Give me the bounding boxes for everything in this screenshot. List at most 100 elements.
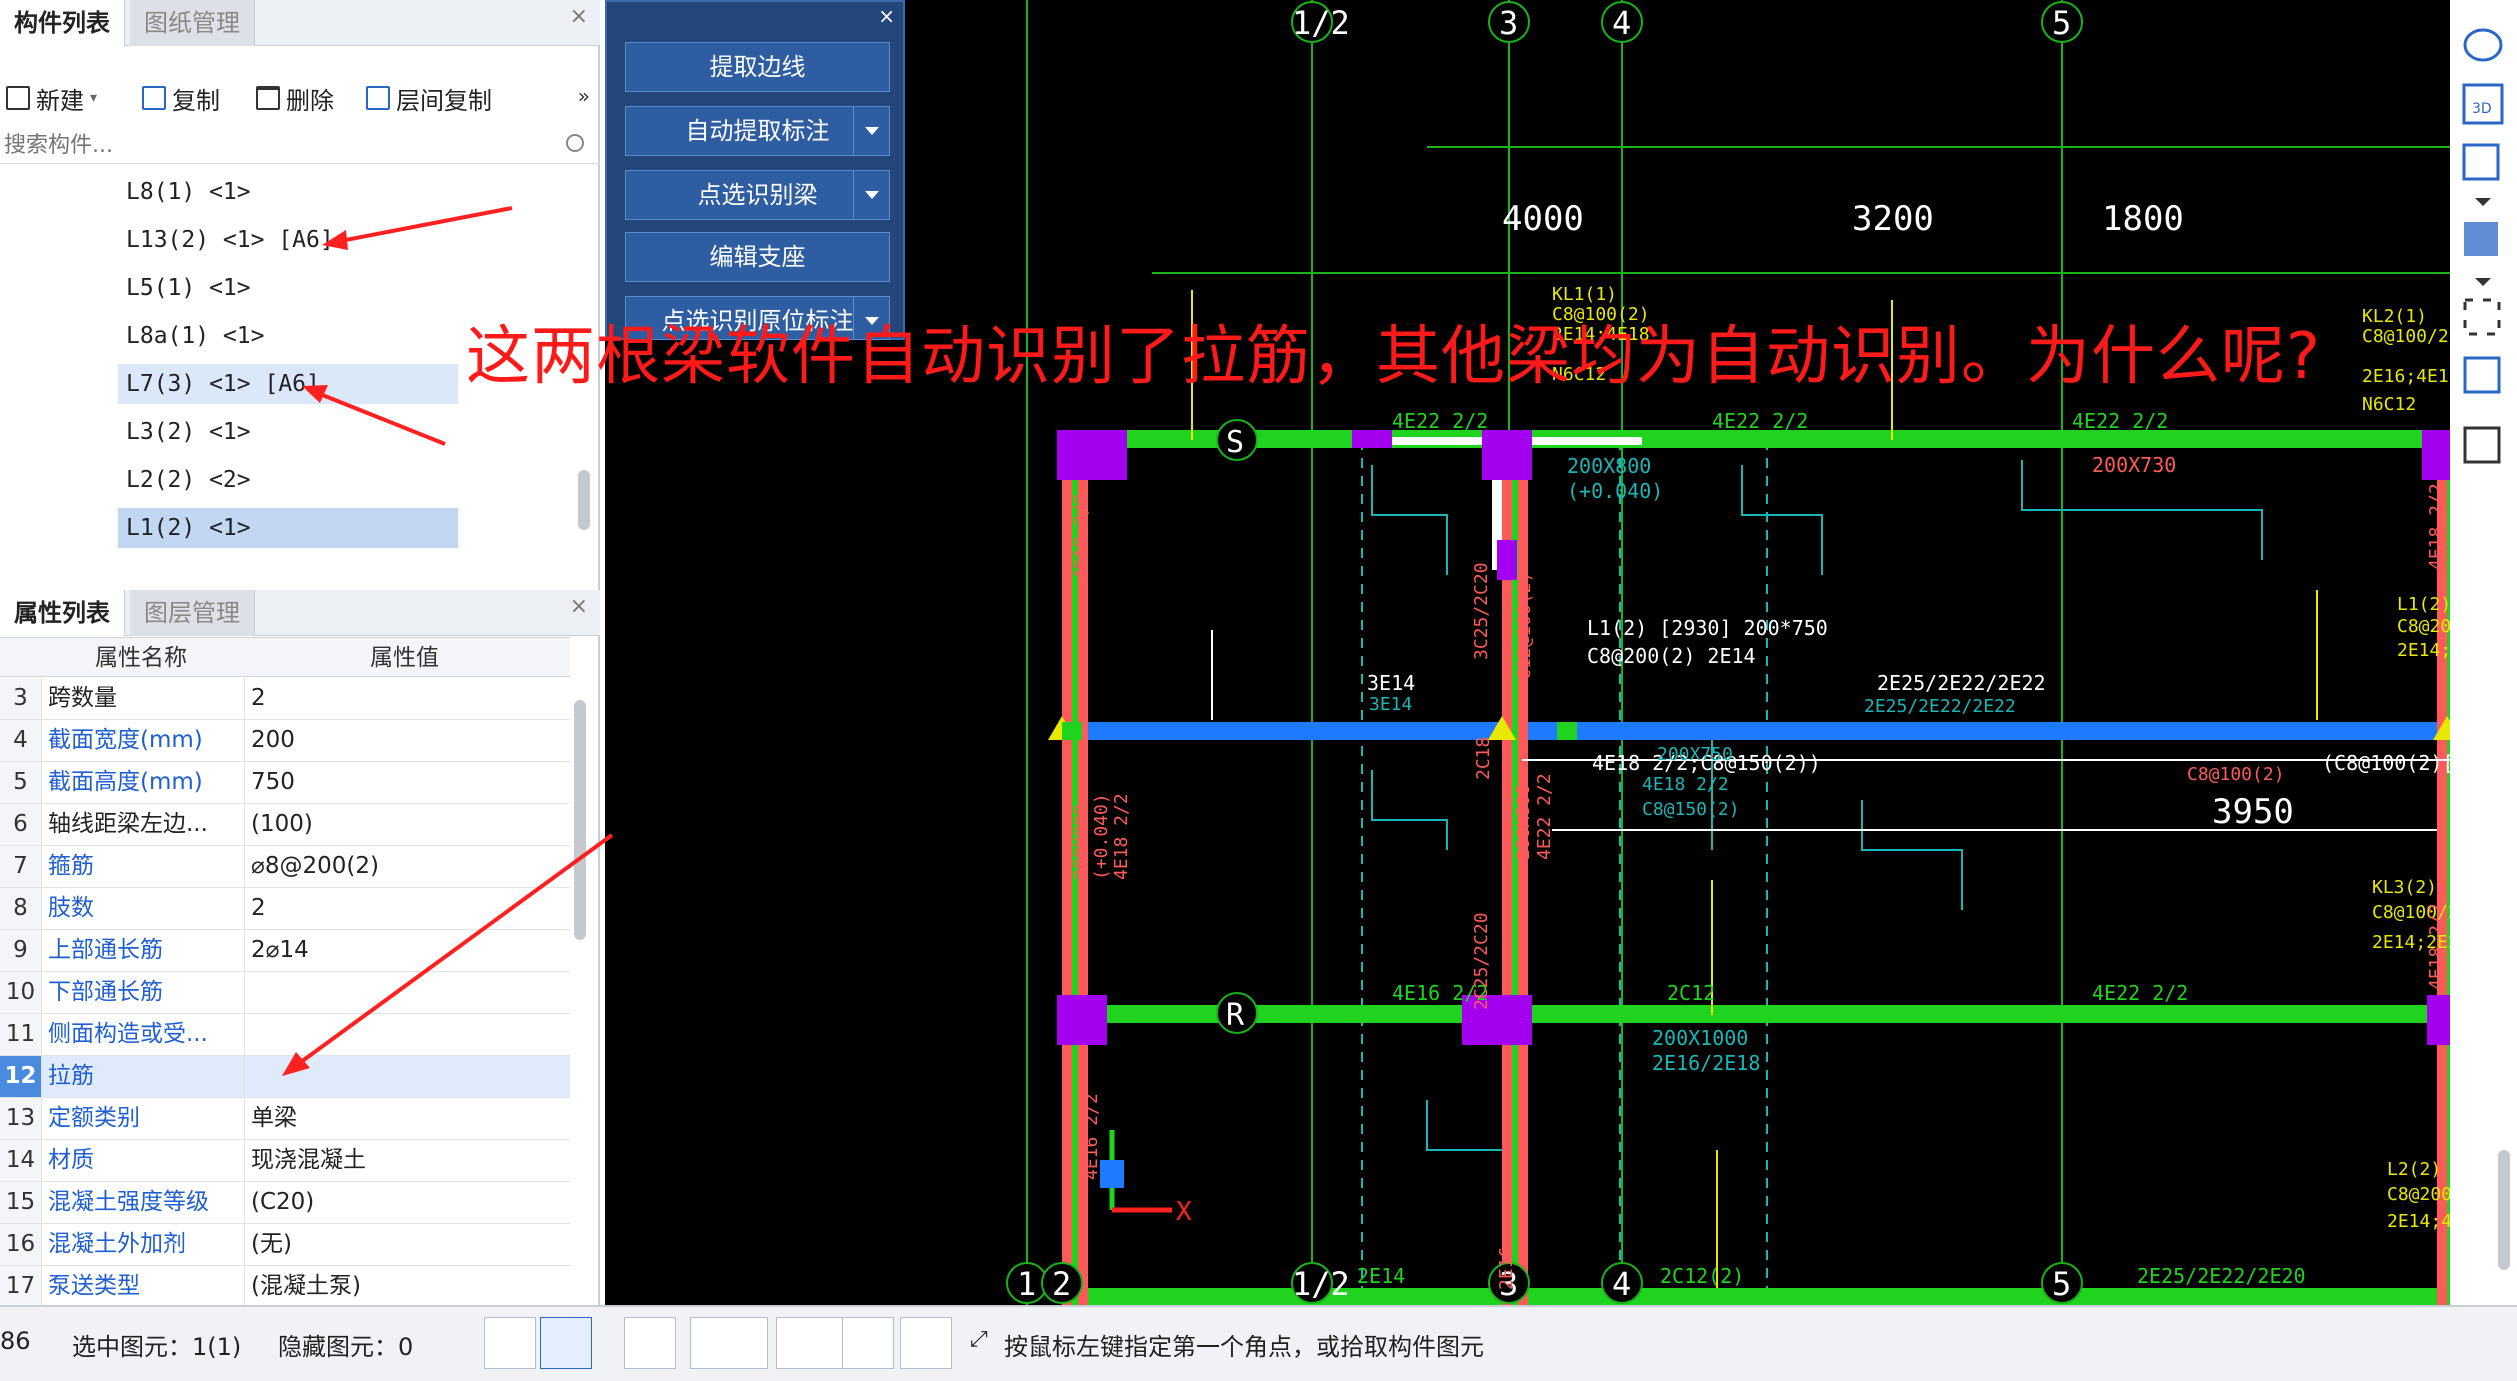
- drawing-label-left_3e14b: 3E14: [1369, 694, 1412, 715]
- new-button[interactable]: 新建 ▾: [6, 82, 98, 115]
- extract-edge-label: 提取边线: [709, 53, 806, 81]
- tree-item-l8[interactable]: L8(1) <1>: [118, 172, 458, 212]
- property-row[interactable]: 15 混凝土强度等级 (C20): [0, 1182, 570, 1224]
- dropdown-icon[interactable]: [853, 107, 889, 155]
- property-row[interactable]: 17 泵送类型 (混凝土泵): [0, 1266, 570, 1308]
- copy-button[interactable]: 复制: [142, 82, 220, 115]
- tab-property-list[interactable]: 属性列表: [0, 590, 125, 636]
- chevron-down-icon: ▾: [90, 90, 98, 106]
- drawing-label-l2: L2(2): [2387, 1159, 2441, 1180]
- tree-item-l1[interactable]: L1(2) <1>: [118, 508, 458, 548]
- property-value[interactable]: (混凝土泵): [244, 1266, 564, 1307]
- property-row[interactable]: 13 定额类别 单梁: [0, 1098, 570, 1140]
- property-row[interactable]: 7 箍筋 ⌀8@200(2): [0, 846, 570, 888]
- property-value[interactable]: 200: [244, 720, 564, 761]
- more-icon[interactable]: »: [578, 84, 590, 108]
- row-index: 15: [0, 1182, 42, 1223]
- property-table-header: 属性名称 属性值: [0, 637, 570, 677]
- drawing-label-mid_vert_3: 2C18: [1473, 737, 1494, 780]
- property-row[interactable]: 11 侧面构造或受...: [0, 1014, 570, 1056]
- property-row[interactable]: 16 混凝土外加剂 (无): [0, 1224, 570, 1266]
- property-value[interactable]: 750: [244, 762, 564, 803]
- svg-text:3D: 3D: [2472, 101, 2492, 117]
- floor-copy-icon: [366, 86, 390, 110]
- dynamic-input-button[interactable]: [842, 1317, 894, 1369]
- property-scrollbar[interactable]: [574, 700, 586, 940]
- search-icon[interactable]: [566, 134, 584, 152]
- canvas-scrollbar[interactable]: [2498, 1150, 2510, 1270]
- property-row[interactable]: 4 截面宽度(mm) 200: [0, 720, 570, 762]
- col-name-header: 属性名称: [95, 645, 187, 671]
- copy-icon: [142, 86, 166, 110]
- close-icon[interactable]: ×: [570, 594, 588, 619]
- ortho-button[interactable]: [484, 1317, 536, 1369]
- drawing-label-mid_2e25: 2E25/2E22/2E22: [1877, 671, 2046, 695]
- property-value[interactable]: 现浇混凝土: [244, 1140, 564, 1181]
- close-icon[interactable]: ×: [878, 4, 895, 28]
- polyline-button[interactable]: [900, 1317, 952, 1369]
- drawing-label-right_vert_4: 4E18 2/2: [2426, 903, 2447, 990]
- property-row[interactable]: 14 材质 现浇混凝土: [0, 1140, 570, 1182]
- select-frame-icon[interactable]: [2463, 298, 2501, 336]
- axis-label-bottom-1: 2: [1052, 1265, 1071, 1303]
- tab-layer-management[interactable]: 图层管理: [130, 590, 255, 636]
- search-input[interactable]: [0, 128, 560, 162]
- property-value[interactable]: ⌀8@200(2): [244, 846, 564, 887]
- property-row[interactable]: 3 跨数量 2: [0, 678, 570, 720]
- orbit-icon[interactable]: [2463, 28, 2503, 62]
- view-icon[interactable]: [2463, 356, 2501, 394]
- cube-icon[interactable]: [2462, 143, 2500, 181]
- chevron-down-icon[interactable]: [2475, 198, 2491, 206]
- property-row[interactable]: 12 拉筋: [0, 1056, 570, 1098]
- close-icon[interactable]: ×: [570, 4, 588, 29]
- tree-item-l5[interactable]: L5(1) <1>: [118, 268, 458, 308]
- property-value[interactable]: 2⌀14: [244, 930, 564, 971]
- drawing-label-bot_2e16: 2E16: [1496, 1247, 1517, 1290]
- drawing-label-sec_1000b: 2E16/2E18: [1652, 1051, 1760, 1075]
- property-value[interactable]: (无): [244, 1224, 564, 1265]
- property-value[interactable]: (100): [244, 804, 564, 845]
- cross-button[interactable]: [624, 1317, 676, 1369]
- property-value[interactable]: [244, 1056, 564, 1097]
- property-value[interactable]: 2: [244, 678, 564, 719]
- property-name: 截面高度(mm): [48, 769, 203, 795]
- drawing-label-top_beam_1: 4E22 2/2: [1392, 409, 1488, 433]
- drawing-label-kl2b: C8@100/200(2): [2362, 326, 2450, 347]
- list-icon[interactable]: [2463, 426, 2501, 464]
- extract-edge-button[interactable]: 提取边线: [625, 42, 890, 92]
- chevron-down-icon[interactable]: [2475, 278, 2491, 286]
- property-row[interactable]: 8 肢数 2: [0, 888, 570, 930]
- delete-button[interactable]: 删除: [256, 82, 334, 115]
- tree-item-l13[interactable]: L13(2) <1> [A6]: [118, 220, 458, 260]
- property-name: 定额类别: [48, 1105, 140, 1131]
- property-row[interactable]: 10 下部通长筋: [0, 972, 570, 1014]
- drawing-label-c12: C12@100(2): [1514, 572, 1535, 680]
- property-row[interactable]: 5 截面高度(mm) 750: [0, 762, 570, 804]
- property-row[interactable]: 9 上部通长筋 2⌀14: [0, 930, 570, 972]
- drawing-label-mid_vert_2: 2C25/2C20: [1471, 912, 1492, 1010]
- tree-item-l3[interactable]: L3(2) <1>: [118, 412, 458, 452]
- angle-button[interactable]: [690, 1317, 768, 1369]
- property-row[interactable]: 6 轴线距梁左边... (100): [0, 804, 570, 846]
- snap-button[interactable]: [540, 1317, 592, 1369]
- property-value[interactable]: [244, 1014, 564, 1055]
- property-value[interactable]: 单梁: [244, 1098, 564, 1139]
- tab-drawing-management[interactable]: 图纸管理: [130, 0, 255, 46]
- edit-support-button[interactable]: 编辑支座: [625, 232, 890, 282]
- property-name: 肢数: [48, 895, 94, 921]
- tab-component-list[interactable]: 构件列表: [0, 0, 125, 46]
- property-value[interactable]: [244, 972, 564, 1013]
- property-value[interactable]: (C20): [244, 1182, 564, 1223]
- pick-recognize-beam-button[interactable]: 点选识别梁: [625, 170, 890, 220]
- tree-item-l8a[interactable]: L8a(1) <1>: [118, 316, 458, 356]
- tree-scrollbar[interactable]: [578, 470, 590, 530]
- tree-item-l7[interactable]: L7(3) <1> [A6]: [118, 364, 458, 404]
- row-index: 12: [0, 1056, 42, 1097]
- floor-copy-button[interactable]: 层间复制: [366, 82, 492, 115]
- dropdown-icon[interactable]: [853, 171, 889, 219]
- drawing-label-c8_100: C8@100(2): [2187, 764, 2285, 785]
- property-value[interactable]: 2: [244, 888, 564, 929]
- auto-extract-label-button[interactable]: 自动提取标注: [625, 106, 890, 156]
- tree-item-l2[interactable]: L2(2) <2>: [118, 460, 458, 500]
- cube-solid-icon[interactable]: [2464, 222, 2498, 256]
